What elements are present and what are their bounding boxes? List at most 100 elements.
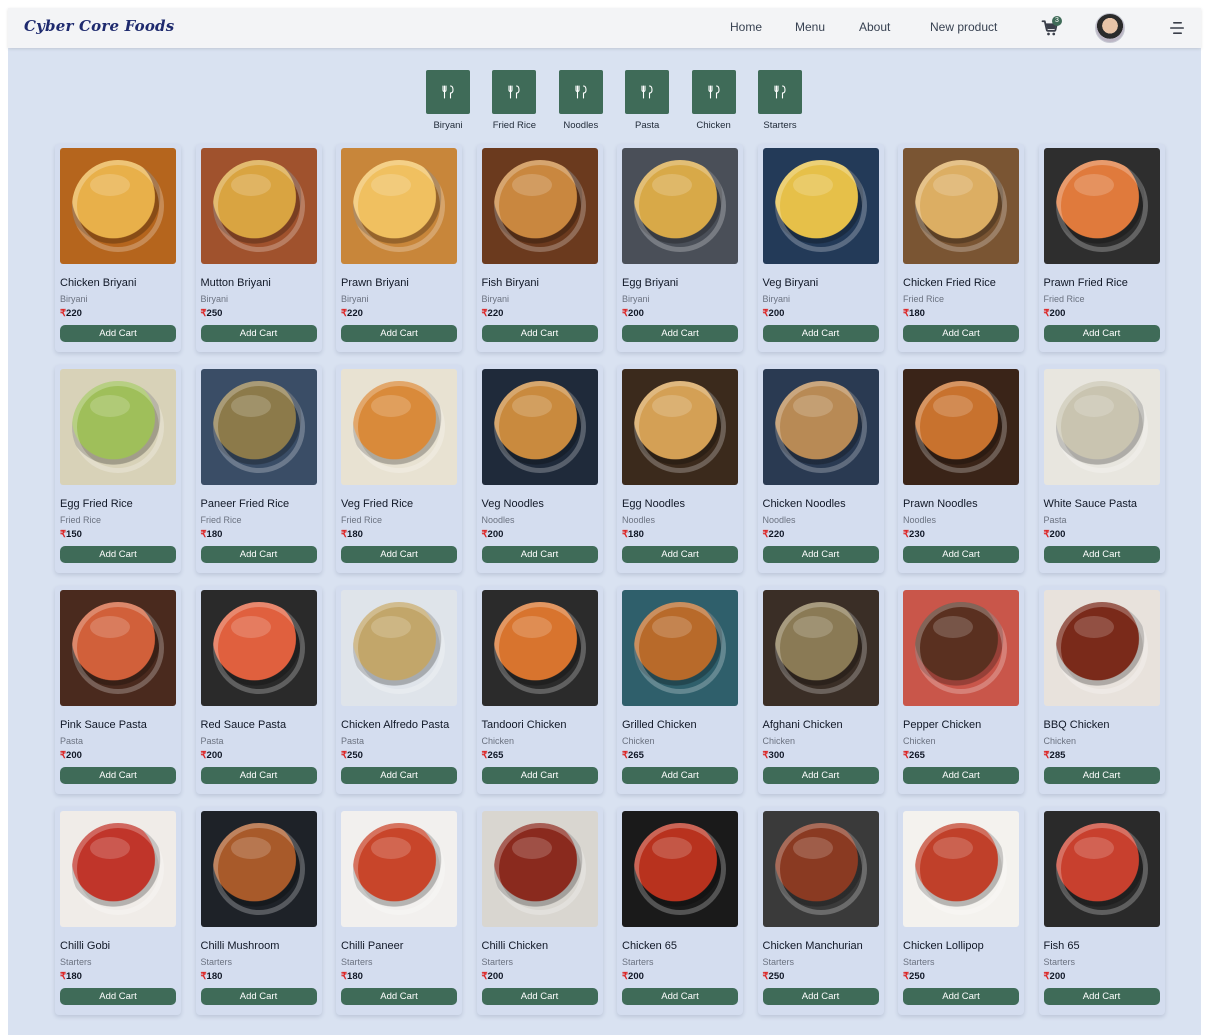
product-category: Chicken <box>622 736 655 746</box>
product-image[interactable] <box>1043 148 1160 264</box>
add-cart-button[interactable]: Add Cart <box>622 546 738 563</box>
add-cart-button[interactable]: Add Cart <box>481 988 598 1005</box>
add-cart-button[interactable]: Add Cart <box>762 988 879 1005</box>
nav-new-product-link[interactable]: New product <box>930 20 997 34</box>
add-cart-button[interactable]: Add Cart <box>60 988 176 1005</box>
product-image[interactable] <box>622 369 738 485</box>
cart-button[interactable]: 3 <box>1041 16 1063 39</box>
product-image[interactable] <box>60 148 176 264</box>
add-cart-button[interactable]: Add Cart <box>341 767 457 784</box>
add-cart-button[interactable]: Add Cart <box>1043 546 1160 563</box>
product-image[interactable] <box>341 590 457 706</box>
product-image[interactable] <box>200 148 317 264</box>
product-image[interactable] <box>481 369 598 485</box>
add-cart-button[interactable]: Add Cart <box>60 767 176 784</box>
product-image[interactable] <box>341 811 457 927</box>
product-image[interactable] <box>200 369 317 485</box>
product-name: Chicken Noodles <box>762 498 846 510</box>
product-image[interactable] <box>1043 811 1160 927</box>
nav-home-link[interactable]: Home <box>730 20 762 34</box>
food-highlight <box>371 616 411 638</box>
product-image[interactable] <box>481 590 598 706</box>
food-highlight <box>90 616 130 638</box>
price-value: 200 <box>1049 308 1066 319</box>
product-name: Afghani Chicken <box>762 719 843 731</box>
add-cart-button[interactable]: Add Cart <box>481 325 598 342</box>
food-highlight <box>230 837 271 859</box>
add-cart-button[interactable]: Add Cart <box>1043 988 1160 1005</box>
product-card: Chicken Briyani Biryani ₹220 Add Cart <box>55 144 181 352</box>
product-image[interactable] <box>903 590 1019 706</box>
food-plate-illustration <box>1055 823 1148 915</box>
product-image[interactable] <box>60 590 176 706</box>
category-chicken[interactable]: Chicken <box>684 70 744 134</box>
food-plate-illustration <box>634 823 726 915</box>
product-image[interactable] <box>1043 369 1160 485</box>
product-card: Chilli Paneer Starters ₹180 Add Cart <box>336 807 462 1015</box>
add-cart-button[interactable]: Add Cart <box>1043 325 1160 342</box>
price-value: 250 <box>206 308 223 319</box>
product-image[interactable] <box>481 148 598 264</box>
category-noodles[interactable]: Noodles <box>551 70 611 134</box>
add-cart-button[interactable]: Add Cart <box>200 325 317 342</box>
add-cart-button[interactable]: Add Cart <box>200 546 317 563</box>
add-cart-button[interactable]: Add Cart <box>622 988 738 1005</box>
price-value: 250 <box>768 971 785 982</box>
product-image[interactable] <box>622 590 738 706</box>
add-cart-button[interactable]: Add Cart <box>200 988 317 1005</box>
add-cart-button[interactable]: Add Cart <box>762 767 879 784</box>
food-plate-illustration <box>353 381 445 473</box>
product-image[interactable] <box>200 590 317 706</box>
product-price: ₹150 <box>60 529 82 540</box>
add-cart-button[interactable]: Add Cart <box>762 325 879 342</box>
add-cart-button[interactable]: Add Cart <box>903 546 1019 563</box>
add-cart-button[interactable]: Add Cart <box>60 546 176 563</box>
product-image[interactable] <box>762 148 879 264</box>
product-image[interactable] <box>622 148 738 264</box>
add-cart-button[interactable]: Add Cart <box>341 546 457 563</box>
product-image[interactable] <box>903 148 1019 264</box>
add-cart-button[interactable]: Add Cart <box>762 546 879 563</box>
brand-logo[interactable]: Cyber Core Foods <box>24 17 174 35</box>
category-biryani[interactable]: Biryani <box>418 70 478 134</box>
add-cart-button[interactable]: Add Cart <box>481 767 598 784</box>
add-cart-button[interactable]: Add Cart <box>341 325 457 342</box>
product-image[interactable] <box>200 811 317 927</box>
add-cart-button[interactable]: Add Cart <box>481 546 598 563</box>
menu-toggle-button[interactable] <box>1169 20 1185 36</box>
product-image[interactable] <box>622 811 738 927</box>
add-cart-button[interactable]: Add Cart <box>903 988 1019 1005</box>
add-cart-button[interactable]: Add Cart <box>341 988 457 1005</box>
food-plate-illustration <box>353 602 445 694</box>
add-cart-button[interactable]: Add Cart <box>200 767 317 784</box>
product-image[interactable] <box>762 590 879 706</box>
category-starters[interactable]: Starters <box>750 70 810 134</box>
product-category: Noodles <box>622 515 656 525</box>
add-cart-button[interactable]: Add Cart <box>622 325 738 342</box>
product-image[interactable] <box>903 811 1019 927</box>
product-image[interactable] <box>60 369 176 485</box>
product-image[interactable] <box>903 369 1019 485</box>
product-image[interactable] <box>60 811 176 927</box>
user-avatar[interactable] <box>1095 13 1125 43</box>
product-image[interactable] <box>481 811 598 927</box>
add-cart-button[interactable]: Add Cart <box>903 767 1019 784</box>
category-pasta[interactable]: Pasta <box>617 70 677 134</box>
nav-about-link[interactable]: About <box>859 20 890 34</box>
product-image[interactable] <box>762 369 879 485</box>
add-cart-button[interactable]: Add Cart <box>903 325 1019 342</box>
product-price: ₹180 <box>60 971 82 982</box>
product-image[interactable] <box>341 148 457 264</box>
nav-menu-link[interactable]: Menu <box>795 20 825 34</box>
add-cart-button[interactable]: Add Cart <box>622 767 738 784</box>
product-category: Biryani <box>622 294 650 304</box>
product-image[interactable] <box>341 369 457 485</box>
product-image[interactable] <box>762 811 879 927</box>
food-plate-illustration <box>1055 381 1148 473</box>
food-highlight <box>90 837 130 859</box>
add-cart-button[interactable]: Add Cart <box>60 325 176 342</box>
food-highlight <box>652 616 692 638</box>
category-fried-rice[interactable]: Fried Rice <box>484 70 544 134</box>
product-image[interactable] <box>1043 590 1160 706</box>
add-cart-button[interactable]: Add Cart <box>1043 767 1160 784</box>
